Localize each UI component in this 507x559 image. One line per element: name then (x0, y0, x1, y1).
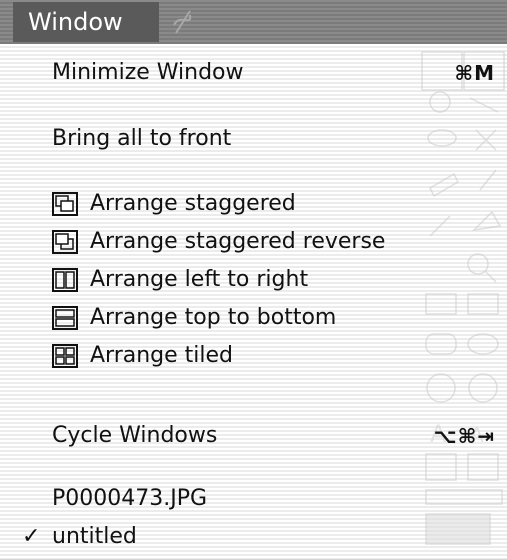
arrange-staggered-reverse-icon (52, 230, 78, 254)
menu-item-minimize-window[interactable]: Minimize Window ⌘M (0, 54, 507, 92)
menu-item-arrange-tiled[interactable]: Arrange tiled (0, 337, 507, 375)
menu-item-label: Bring all to front (52, 126, 232, 151)
arrange-top-bottom-icon (52, 306, 78, 330)
menu-item-shortcut: ⌘M (454, 61, 495, 85)
window-menu-title[interactable]: Window (13, 2, 159, 42)
menu-item-window-untitled[interactable]: ✓ untitled (0, 518, 507, 556)
arrange-staggered-icon (52, 192, 78, 216)
menu-item-label: Arrange left to right (90, 267, 309, 292)
menu-item-label: Arrange staggered (90, 191, 296, 216)
menu-item-arrange-staggered[interactable]: Arrange staggered (0, 185, 507, 223)
checkmark-icon: ✓ (22, 524, 41, 549)
arrange-tiled-icon (52, 344, 78, 368)
menu-item-arrange-left-to-right[interactable]: Arrange left to right (0, 261, 507, 299)
menu-item-window-p0000473[interactable]: P0000473.JPG (0, 480, 507, 518)
menu-item-shortcut: ⌥⌘⇥ (433, 424, 495, 448)
menu-item-label: Minimize Window (52, 60, 244, 85)
menu-item-label: Arrange staggered reverse (90, 229, 386, 254)
menu-item-label: P0000473.JPG (52, 486, 208, 511)
menu-item-bring-all-to-front[interactable]: Bring all to front (0, 120, 507, 158)
menu-item-label: Arrange tiled (90, 343, 234, 368)
bezier-tool-icon (173, 10, 192, 34)
menu-item-label: Cycle Windows (52, 423, 218, 448)
menubar: Window (0, 0, 507, 44)
menu-item-arrange-staggered-reverse[interactable]: Arrange staggered reverse (0, 223, 507, 261)
menu-item-arrange-top-to-bottom[interactable]: Arrange top to bottom (0, 299, 507, 337)
menu-item-cycle-windows[interactable]: Cycle Windows ⌥⌘⇥ (0, 417, 507, 455)
arrange-left-right-icon (52, 268, 78, 292)
window-dropdown-menu: A A Minimize Window ⌘M Bring all to fron… (0, 44, 507, 559)
menu-item-label: Arrange top to bottom (90, 305, 337, 330)
menu-item-label: untitled (52, 524, 137, 549)
